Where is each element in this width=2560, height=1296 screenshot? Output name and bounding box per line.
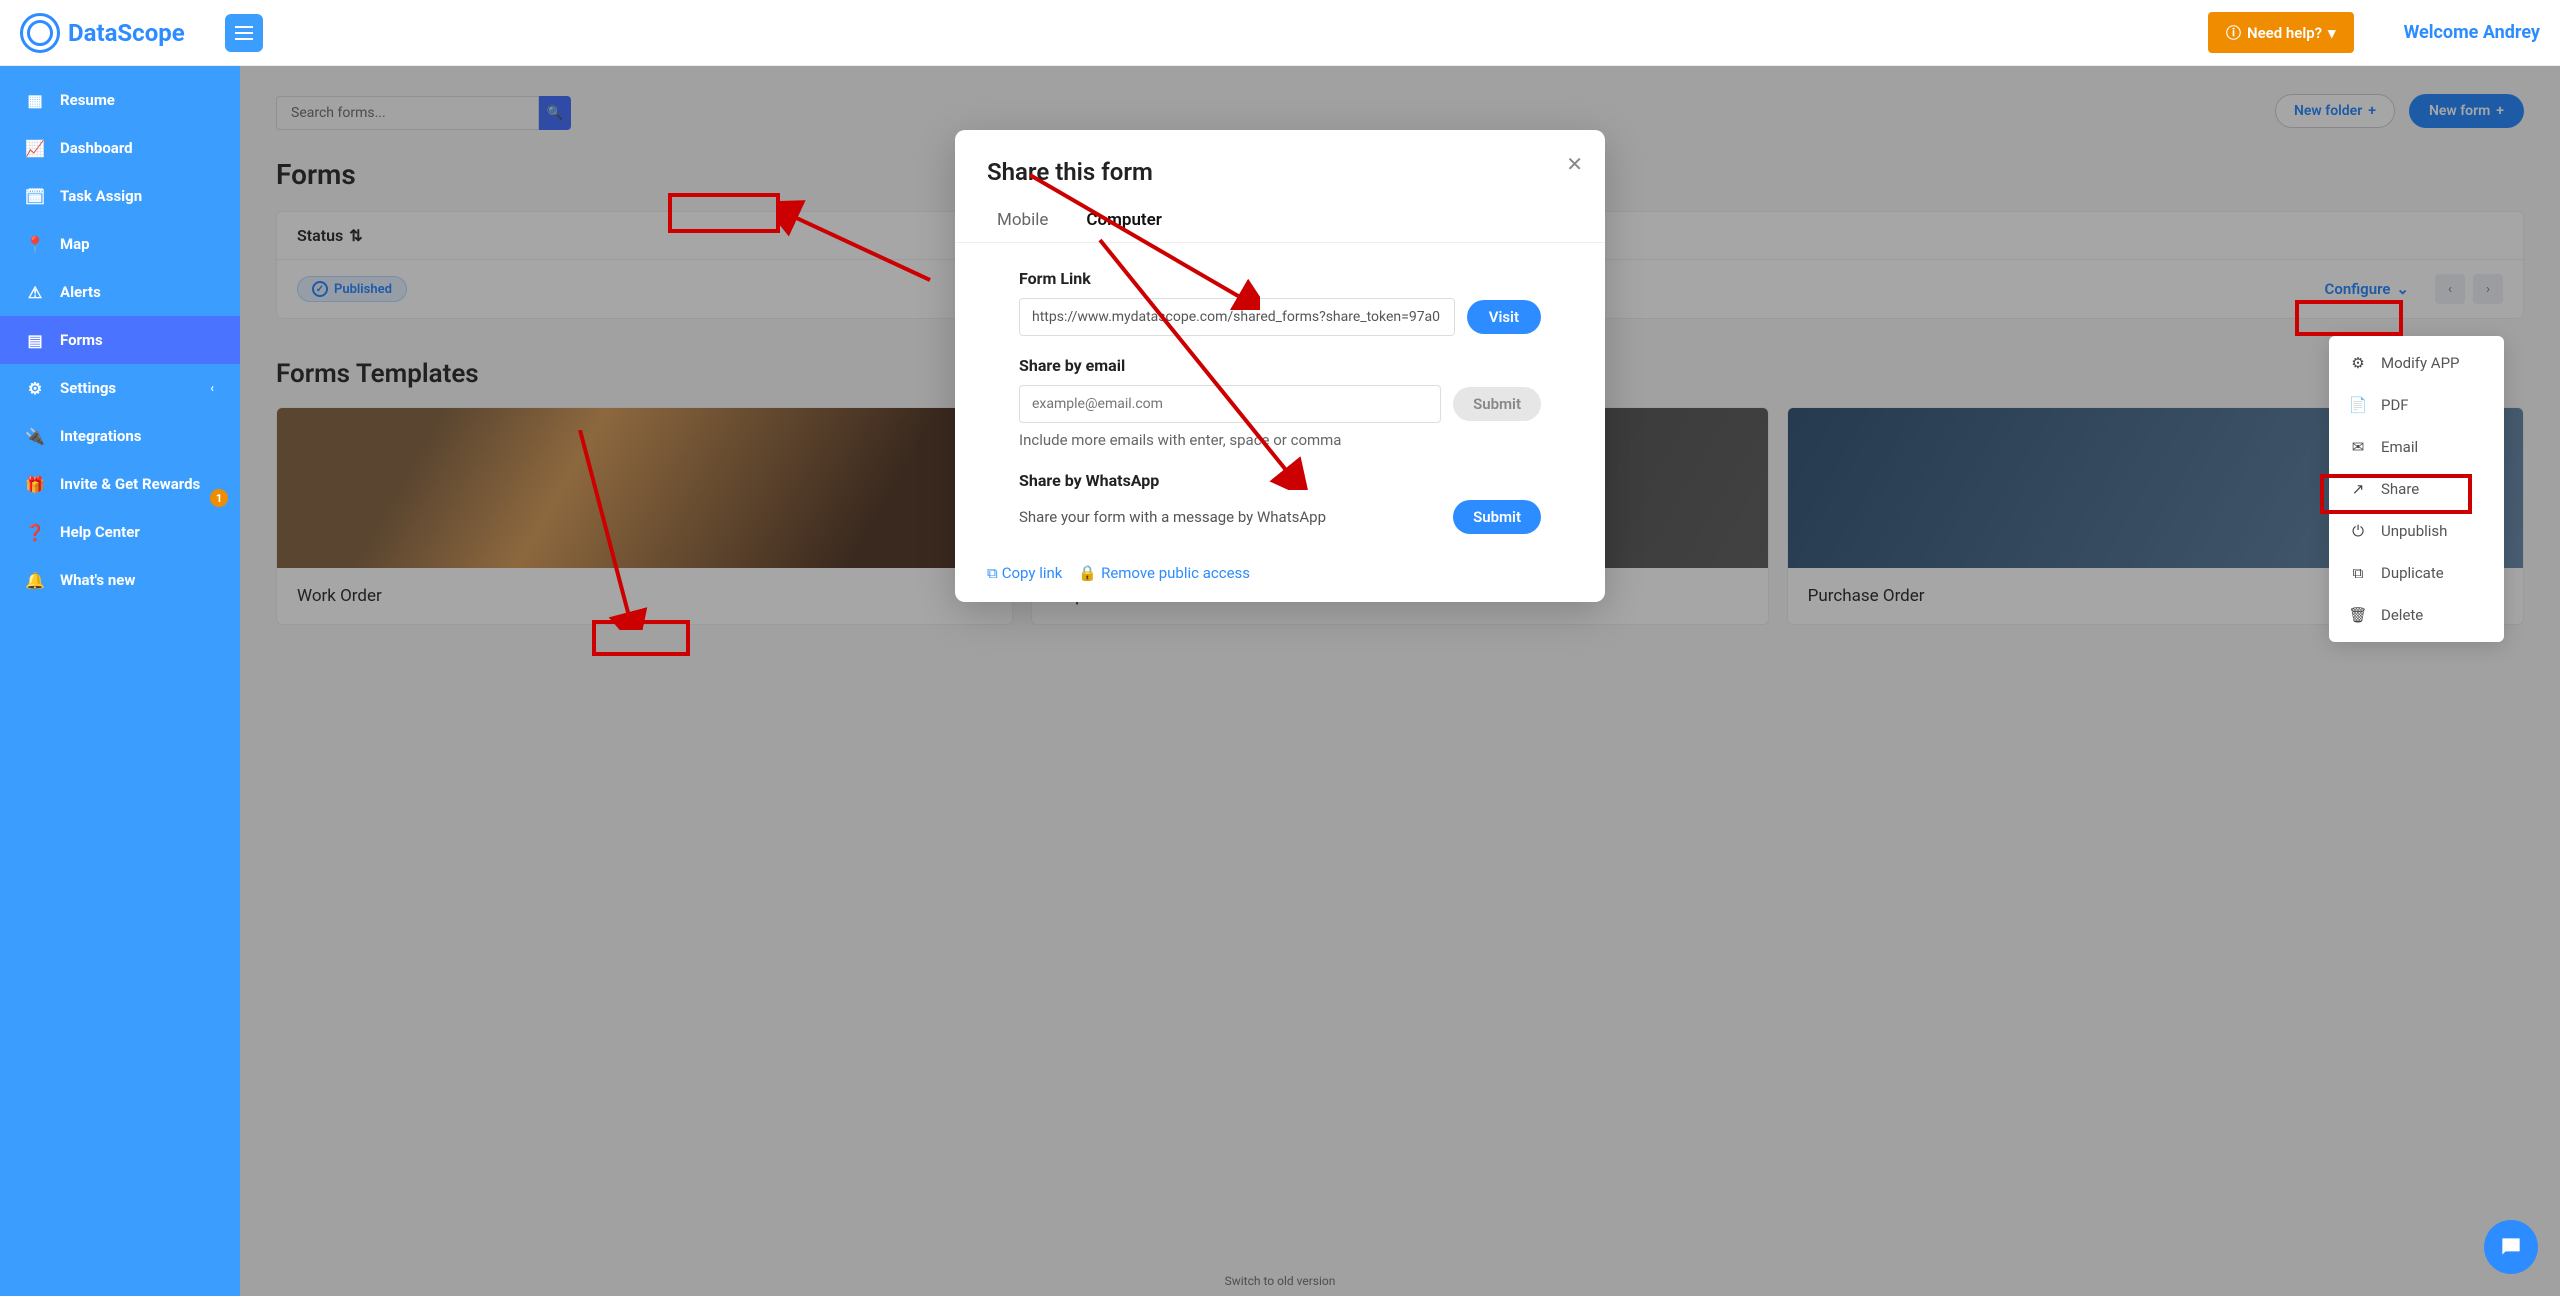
pdf-icon: 📄	[2349, 396, 2367, 414]
sidebar-item-label: Integrations	[60, 427, 141, 445]
copy-icon: ⧉	[2349, 564, 2367, 582]
config-item-email[interactable]: ✉ Email	[2329, 426, 2504, 468]
config-item-delete[interactable]: 🗑 Delete	[2329, 594, 2504, 636]
sidebar-item-integrations[interactable]: 🔌 Integrations	[0, 412, 240, 460]
config-item-label: Modify APP	[2381, 354, 2460, 372]
badge: 1	[210, 489, 228, 507]
share-icon: ↗	[2349, 480, 2367, 498]
topbar: DataScope ⓘ Need help? ▾ Welcome Andrey	[0, 0, 2560, 66]
menu-toggle-button[interactable]	[225, 14, 263, 52]
form-link-input[interactable]	[1019, 298, 1455, 336]
info-icon: ⓘ	[2226, 22, 2241, 43]
mail-icon: ✉	[2349, 438, 2367, 456]
config-item-label: Duplicate	[2381, 564, 2444, 582]
sidebar-item-forms[interactable]: ▤ Forms	[0, 316, 240, 364]
email-submit-button[interactable]: Submit	[1453, 387, 1541, 421]
sidebar-item-alerts[interactable]: ⚠ Alerts	[0, 268, 240, 316]
sidebar-item-map[interactable]: 📍 Map	[0, 220, 240, 268]
config-item-label: Delete	[2381, 606, 2423, 624]
help-icon: ❓	[26, 523, 44, 541]
share-form-modal: ✕ Share this form Mobile Computer Form L…	[955, 130, 1605, 602]
sidebar-item-label: Dashboard	[60, 139, 133, 157]
email-hint: Include more emails with enter, space or…	[1019, 431, 1541, 449]
form-link-label: Form Link	[1019, 269, 1541, 288]
need-help-button[interactable]: ⓘ Need help? ▾	[2208, 12, 2354, 53]
bell-icon: 🔔	[26, 571, 44, 589]
sidebar-item-label: Help Center	[60, 523, 140, 541]
welcome-text: Welcome Andrey	[2404, 22, 2540, 43]
sidebar-item-label: What's new	[60, 571, 135, 589]
chart-icon: 📈	[26, 139, 44, 157]
sidebar-item-label: Map	[60, 235, 90, 253]
sidebar-item-help-center[interactable]: ❓Help Center1	[0, 508, 240, 556]
sidebar-item-label: Task Assign	[60, 187, 142, 205]
config-item-label: Unpublish	[2381, 522, 2447, 540]
sidebar-item-task-assign[interactable]: 🗓 Task Assign	[0, 172, 240, 220]
sidebar-item-resume[interactable]: ▦ Resume	[0, 76, 240, 124]
pin-icon: 📍	[26, 235, 44, 253]
logo-icon	[20, 13, 60, 53]
chat-widget-button[interactable]	[2484, 1220, 2538, 1274]
power-icon: ⏻	[2349, 522, 2367, 540]
chat-icon	[2498, 1234, 2524, 1260]
sidebar-item-label: Invite & Get Rewards	[60, 475, 200, 493]
configure-dropdown: ⚙ Modify APP 📄 PDF ✉ Email ↗ Share ⏻ Unpublis…	[2329, 336, 2504, 642]
close-button[interactable]: ✕	[1566, 152, 1583, 176]
visit-button[interactable]: Visit	[1467, 300, 1541, 334]
lock-icon: 🔒	[1078, 564, 1097, 582]
sidebar-item-label: Alerts	[60, 283, 101, 301]
modal-tabs: Mobile Computer	[955, 204, 1605, 243]
sidebar: ▦ Resume 📈 Dashboard 🗓 Task Assign 📍 Map ⚠ Al…	[0, 66, 240, 1296]
sidebar-item-dashboard[interactable]: 📈 Dashboard	[0, 124, 240, 172]
sidebar-item-invite[interactable]: 🎁 Invite & Get Rewards	[0, 460, 240, 508]
close-icon: ✕	[1566, 152, 1583, 176]
chevron-down-icon: ▾	[2328, 24, 2336, 42]
email-input[interactable]	[1019, 385, 1441, 423]
config-item-label: PDF	[2381, 396, 2409, 414]
config-item-modify-app[interactable]: ⚙ Modify APP	[2329, 342, 2504, 384]
chevron-left-icon: ‹	[210, 381, 214, 395]
tab-mobile[interactable]: Mobile	[987, 204, 1058, 242]
sidebar-item-settings[interactable]: ⚙ Settings ‹	[0, 364, 240, 412]
warning-icon: ⚠	[26, 283, 44, 301]
link-label: Remove public access	[1101, 564, 1250, 582]
form-icon: ▤	[26, 331, 44, 349]
config-item-unpublish[interactable]: ⏻ Unpublish	[2329, 510, 2504, 552]
tab-computer[interactable]: Computer	[1076, 204, 1172, 242]
config-item-label: Share	[2381, 480, 2419, 498]
gear-icon: ⚙	[26, 379, 44, 397]
plug-icon: 🔌	[26, 427, 44, 445]
share-whatsapp-label: Share by WhatsApp	[1019, 471, 1541, 490]
gear-icon: ⚙	[2349, 354, 2367, 372]
share-email-label: Share by email	[1019, 356, 1541, 375]
calendar-icon: 🗓	[26, 187, 44, 205]
modal-title: Share this form	[987, 158, 1573, 186]
gift-icon: 🎁	[26, 475, 44, 493]
sidebar-item-label: Resume	[60, 91, 115, 109]
grid-icon: ▦	[26, 91, 44, 109]
config-item-pdf[interactable]: 📄 PDF	[2329, 384, 2504, 426]
link-label: Copy link	[1002, 564, 1063, 582]
copy-link-button[interactable]: ⧉Copy link	[987, 564, 1062, 582]
config-item-duplicate[interactable]: ⧉ Duplicate	[2329, 552, 2504, 594]
sidebar-item-label: Forms	[60, 331, 103, 349]
brand-name: DataScope	[68, 19, 185, 47]
brand-logo[interactable]: DataScope	[20, 13, 185, 53]
config-item-label: Email	[2381, 438, 2418, 456]
remove-access-button[interactable]: 🔒Remove public access	[1078, 564, 1250, 582]
need-help-label: Need help?	[2247, 24, 2322, 42]
config-item-share[interactable]: ↗ Share	[2329, 468, 2504, 510]
sidebar-item-label: Settings	[60, 379, 116, 397]
sidebar-item-whats-new[interactable]: 🔔 What's new	[0, 556, 240, 604]
whatsapp-submit-button[interactable]: Submit	[1453, 500, 1541, 534]
trash-icon: 🗑	[2349, 606, 2367, 624]
whatsapp-text: Share your form with a message by WhatsA…	[1019, 508, 1441, 526]
copy-icon: ⧉	[987, 564, 998, 582]
